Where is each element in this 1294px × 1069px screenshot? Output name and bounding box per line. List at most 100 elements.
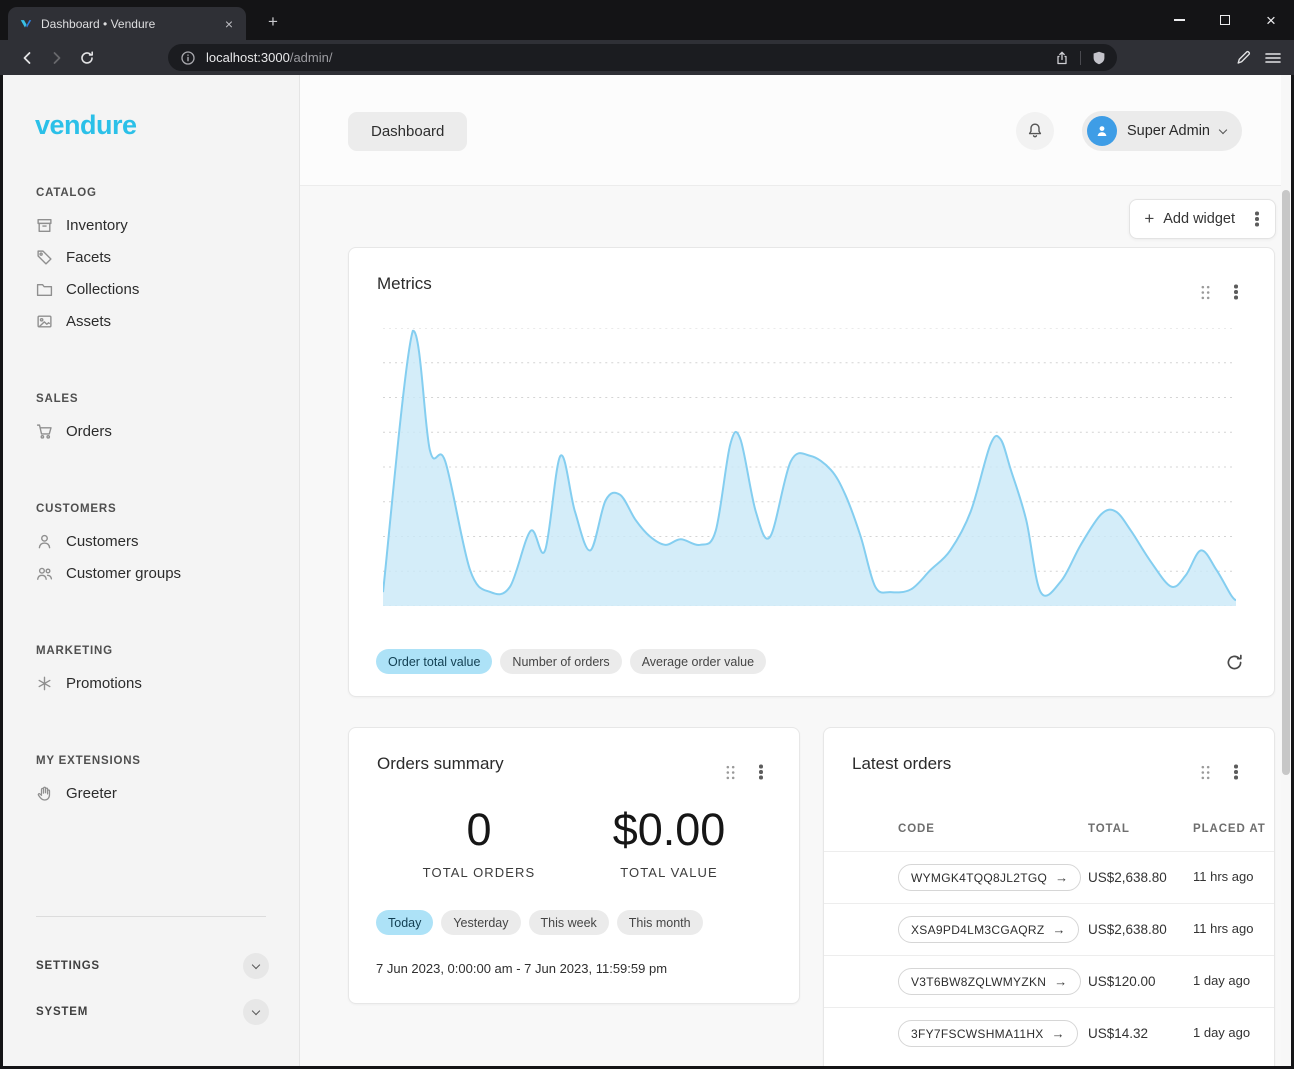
site-info-icon[interactable] <box>180 50 196 66</box>
asterisk-icon <box>36 675 53 692</box>
arrow-right-icon: → <box>1054 974 1067 989</box>
sidebar-item-customers[interactable]: Customers <box>3 525 299 557</box>
filter-chip-number-of-orders[interactable]: Number of orders <box>500 649 621 674</box>
vendure-logo[interactable]: vendure <box>35 110 299 141</box>
back-icon <box>19 50 35 66</box>
filter-chip-average-order-value[interactable]: Average order value <box>630 649 766 674</box>
minimize-button[interactable] <box>1156 0 1202 40</box>
user-icon <box>36 533 53 550</box>
reload-icon <box>79 50 95 66</box>
sidebar-item-settings[interactable]: SETTINGS <box>3 943 299 989</box>
range-chip-yesterday[interactable]: Yesterday <box>441 910 520 935</box>
dashboard-breadcrumb-button[interactable]: Dashboard <box>348 112 467 151</box>
total-orders-label: TOTAL ORDERS <box>415 865 543 880</box>
total-value-label: TOTAL VALUE <box>605 865 733 880</box>
metrics-menu-button[interactable] <box>1222 276 1250 308</box>
order-total: US$2,638.80 <box>1088 870 1193 885</box>
sidebar-item-label: Facets <box>66 249 111 266</box>
sidebar-item-label: Inventory <box>66 217 128 234</box>
order-code-link[interactable]: XSA9PD4LM3CGAQRZ→ <box>898 916 1079 943</box>
share-icon[interactable] <box>1054 50 1070 66</box>
url-bar[interactable]: localhost:3000/admin/ <box>168 44 1117 71</box>
sidebar-item-label: Customers <box>66 533 139 550</box>
latest-orders-widget: Latest orders CODE TOTAL PLACED AT WYMGK… <box>823 727 1275 1066</box>
sidebar-item-promotions[interactable]: Promotions <box>3 667 299 699</box>
scrollbar[interactable] <box>1281 75 1291 1066</box>
sidebar-item-greeter[interactable]: Greeter <box>3 777 299 809</box>
tab-close-icon[interactable]: × <box>220 15 238 33</box>
order-code-link[interactable]: V3T6BW8ZQLWMYZKN→ <box>898 968 1081 995</box>
orders-summary-menu-button[interactable] <box>747 756 775 788</box>
drag-handle-icon[interactable] <box>1194 281 1216 303</box>
sidebar-item-inventory[interactable]: Inventory <box>3 209 299 241</box>
sidebar-item-label: Orders <box>66 423 112 440</box>
order-code-link[interactable]: 3FY7FSCWSHMA11HX→ <box>898 1020 1078 1047</box>
sidebar-item-label: Greeter <box>66 785 117 802</box>
order-total: US$120.00 <box>1088 974 1193 989</box>
add-widget-bar: + Add widget <box>1129 199 1276 239</box>
drag-handle-icon[interactable] <box>1194 761 1216 783</box>
user-menu[interactable]: Super Admin <box>1082 111 1242 151</box>
total-orders-value: 0 <box>415 804 543 856</box>
brave-shield-icon[interactable] <box>1091 50 1107 66</box>
refresh-button[interactable] <box>1218 646 1250 678</box>
table-header-row: CODE TOTAL PLACED AT <box>824 807 1274 851</box>
range-chip-this-week[interactable]: This week <box>529 910 609 935</box>
chevron-down-icon[interactable] <box>243 953 269 979</box>
sidebar-item-assets[interactable]: Assets <box>3 305 299 337</box>
table-row: 3FY7FSCWSHMA11HX→ US$14.32 1 day ago <box>824 1007 1274 1059</box>
folder-icon <box>36 281 53 298</box>
total-value-stat: $0.00 TOTAL VALUE <box>605 804 733 880</box>
sidebar-item-orders[interactable]: Orders <box>3 415 299 447</box>
sidebar-item-customer-groups[interactable]: Customer groups <box>3 557 299 589</box>
filter-chip-order-total-value[interactable]: Order total value <box>376 649 492 674</box>
menu-icon[interactable] <box>1264 50 1282 66</box>
total-value-value: $0.00 <box>605 804 733 856</box>
new-tab-button[interactable]: + <box>262 12 284 32</box>
vendure-favicon-icon <box>19 17 33 31</box>
date-range-text: 7 Jun 2023, 0:00:00 am - 7 Jun 2023, 11:… <box>376 961 667 976</box>
back-button[interactable] <box>12 44 42 72</box>
close-window-button[interactable]: × <box>1248 0 1294 40</box>
order-placed-at: 11 hrs ago <box>1193 869 1255 885</box>
add-widget-button[interactable]: + Add widget <box>1136 200 1243 238</box>
metrics-chart <box>383 328 1236 606</box>
pencil-icon[interactable] <box>1235 49 1252 66</box>
scrollbar-thumb[interactable] <box>1282 190 1290 775</box>
latest-orders-table: CODE TOTAL PLACED AT WYMGK4TQQ8JL2TGQ→ U… <box>824 807 1274 1059</box>
orders-summary-widget: Orders summary 0 TOTAL ORDERS $0.00 TOTA… <box>348 727 800 1004</box>
sidebar-item-system[interactable]: SYSTEM <box>3 989 299 1035</box>
arrow-right-icon: → <box>1053 922 1066 937</box>
url-text: localhost:3000/admin/ <box>206 50 1054 65</box>
main-header: Dashboard Super Admin <box>300 75 1291 185</box>
add-widget-menu-button[interactable] <box>1243 203 1271 235</box>
sidebar-item-facets[interactable]: Facets <box>3 241 299 273</box>
metrics-filters: Order total value Number of orders Avera… <box>376 649 766 674</box>
browser-toolbar: localhost:3000/admin/ <box>0 40 1294 75</box>
chevron-down-icon[interactable] <box>243 999 269 1025</box>
reload-button[interactable] <box>72 44 102 72</box>
latest-orders-menu-button[interactable] <box>1222 756 1250 788</box>
sidebar: vendure CATALOG Inventory Facets Collect… <box>3 75 300 1066</box>
browser-tab-strip: Dashboard • Vendure × + × <box>0 0 1294 40</box>
dashboard-content: + Add widget Metrics Order tot <box>300 185 1291 1066</box>
range-chip-today[interactable]: Today <box>376 910 433 935</box>
order-code-link[interactable]: WYMGK4TQQ8JL2TGQ→ <box>898 864 1081 891</box>
maximize-button[interactable] <box>1202 0 1248 40</box>
arrow-right-icon: → <box>1052 1026 1065 1041</box>
chevron-down-icon <box>1219 125 1227 133</box>
user-name: Super Admin <box>1127 123 1210 139</box>
range-chip-this-month[interactable]: This month <box>617 910 703 935</box>
section-label-customers: CUSTOMERS <box>3 503 299 515</box>
column-header-total: TOTAL <box>1088 823 1193 835</box>
order-total: US$14.32 <box>1088 1026 1193 1041</box>
forward-button[interactable] <box>42 44 72 72</box>
sidebar-item-collections[interactable]: Collections <box>3 273 299 305</box>
drag-handle-icon[interactable] <box>719 761 741 783</box>
order-placed-at: 1 day ago <box>1193 1025 1255 1041</box>
arrow-right-icon: → <box>1055 870 1068 885</box>
forward-icon <box>49 50 65 66</box>
browser-tab[interactable]: Dashboard • Vendure × <box>8 7 246 40</box>
latest-orders-title: Latest orders <box>852 754 951 774</box>
notifications-button[interactable] <box>1016 112 1054 150</box>
